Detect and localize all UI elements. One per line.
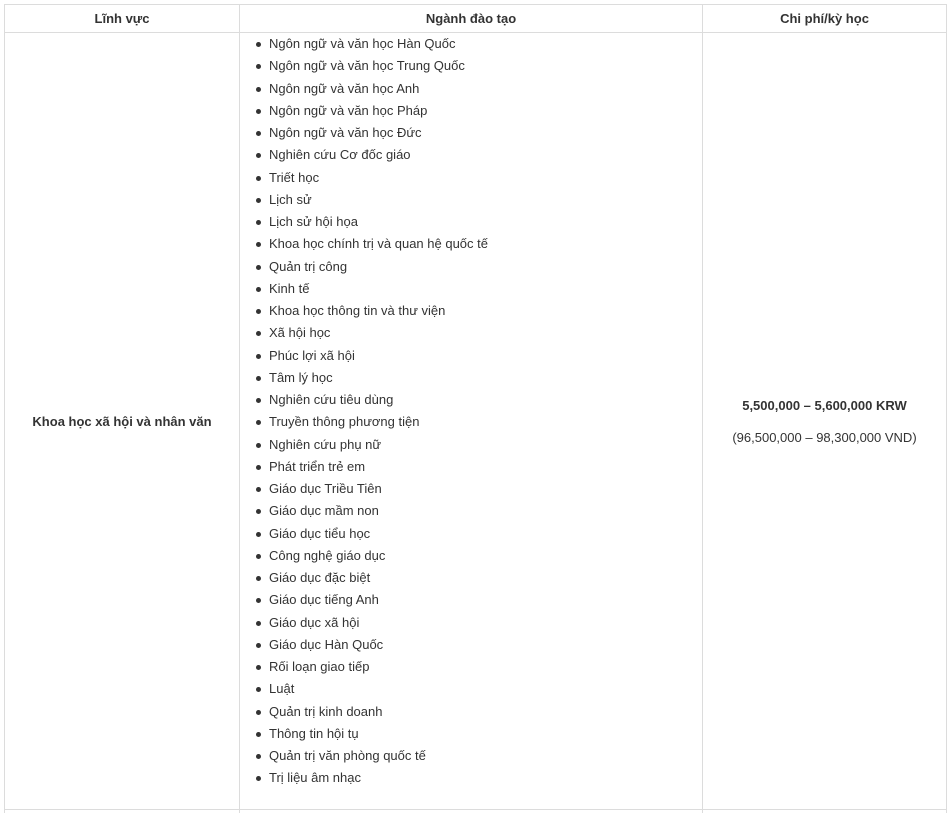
list-item: Giáo dục đặc biệt [256,567,702,589]
list-item: Khoa học chính trị và quan hệ quốc tế [256,233,702,255]
list-item: Phúc lợi xã hội [256,345,702,367]
header-row: Lĩnh vực Ngành đào tạo Chi phí/kỳ học [4,4,947,33]
field-cell: Khoa học xã hội và nhân văn [4,32,240,810]
list-item: Tâm lý học [256,367,702,389]
list-item: Giáo dục xã hội [256,612,702,634]
list-item: Triết học [256,167,702,189]
list-item: Ngôn ngữ và văn học Pháp [256,100,702,122]
majors-cell: Ngôn ngữ và văn học Hàn Quốc Ngôn ngữ và … [239,32,703,810]
list-item: Ngôn ngữ và văn học Hàn Quốc [256,33,702,55]
list-item: Khoa học thông tin và thư viện [256,300,702,322]
cost-cell: 5,500,000 – 5,600,000 KRW (96,500,000 – … [702,32,947,810]
list-item: Giáo dục Triều Tiên [256,478,702,500]
list-item: Công nghệ giáo dục [256,545,702,567]
table-header: Lĩnh vực Ngành đào tạo Chi phí/kỳ học [4,4,947,33]
table-row-next [4,809,947,813]
list-item: Giáo dục Hàn Quốc [256,634,702,656]
list-item: Giáo dục mầm non [256,500,702,522]
table-row: Khoa học xã hội và nhân văn Ngôn ngữ và … [4,32,947,810]
header-majors: Ngành đào tạo [239,4,703,33]
list-item: Thông tin hội tụ [256,723,702,745]
list-item: Ngôn ngữ và văn học Anh [256,78,702,100]
list-item: Quản trị công [256,256,702,278]
tuition-table: Lĩnh vực Ngành đào tạo Chi phí/kỳ học Kh… [4,4,947,813]
next-cost-cell [702,809,947,813]
list-item: Quản trị văn phòng quốc tế [256,745,702,767]
list-item: Nghiên cứu tiêu dùng [256,389,702,411]
list-item: Phát triển trẻ em [256,456,702,478]
list-item: Giáo dục tiểu học [256,523,702,545]
list-item: Xã hội học [256,322,702,344]
list-item: Lịch sử [256,189,702,211]
list-item: Ngôn ngữ và văn học Trung Quốc [256,55,702,77]
next-majors-cell [239,809,703,813]
header-field: Lĩnh vực [4,4,240,33]
next-field-cell [4,809,240,813]
list-item: Ngôn ngữ và văn học Đức [256,122,702,144]
list-item: Trị liệu âm nhạc [256,767,702,789]
page: Lĩnh vực Ngành đào tạo Chi phí/kỳ học Kh… [0,0,951,813]
list-item: Truyền thông phương tiện [256,411,702,433]
table-body: Khoa học xã hội và nhân văn Ngôn ngữ và … [4,32,947,813]
list-item: Kinh tế [256,278,702,300]
list-item: Quản trị kinh doanh [256,701,702,723]
list-item: Nghiên cứu Cơ đốc giáo [256,144,702,166]
cost-vnd: (96,500,000 – 98,300,000 VND) [732,429,917,445]
list-item: Nghiên cứu phụ nữ [256,434,702,456]
list-item: Lịch sử hội họa [256,211,702,233]
major-list: Ngôn ngữ và văn học Hàn Quốc Ngôn ngữ và … [240,33,702,790]
cost-krw: 5,500,000 – 5,600,000 KRW [742,397,907,413]
header-cost: Chi phí/kỳ học [702,4,947,33]
list-item: Rối loạn giao tiếp [256,656,702,678]
list-item: Luật [256,678,702,700]
list-item: Giáo dục tiếng Anh [256,589,702,611]
